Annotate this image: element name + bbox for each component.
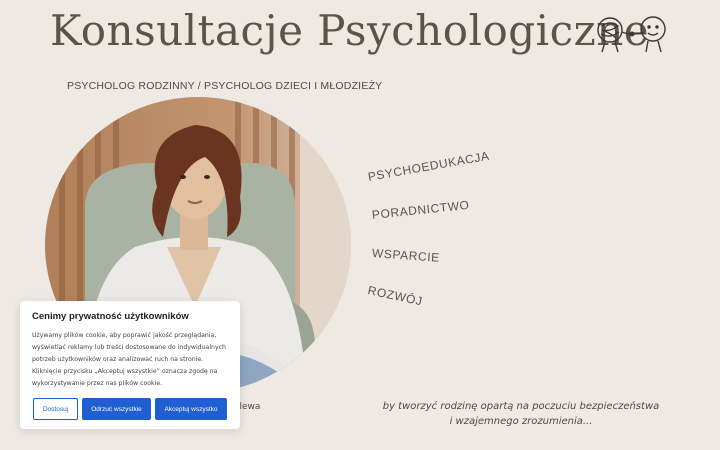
cookie-banner-text: Używamy plików cookie, aby poprawić jako… bbox=[32, 332, 226, 387]
site-title[interactable]: Konsultacje Psychologiczne bbox=[50, 6, 649, 55]
customize-cookies-button[interactable]: Dostosuj bbox=[33, 398, 78, 420]
motto-text: by tworzyć rodzinę opartą na poczuciu be… bbox=[382, 401, 660, 427]
tagline-rozwoj: ROZWÓJ bbox=[366, 283, 424, 309]
page-subtitle: PSYCHOLOG RODZINNY / PSYCHOLOG DZIECI I … bbox=[67, 80, 383, 92]
tagline-wsparcie: WSPARCIE bbox=[371, 246, 441, 265]
cookie-consent-banner: Cenimy prywatność użytkowników Używamy p… bbox=[20, 301, 240, 429]
accept-all-cookies-button[interactable]: Akceptuj wszystko bbox=[155, 398, 227, 420]
tagline-psychoedukacja: PSYCHOEDUKACJA bbox=[366, 148, 491, 184]
reject-all-cookies-button[interactable]: Odrzuć wszystkie bbox=[82, 398, 151, 420]
cookie-button-row: Dostosuj Odrzuć wszystkie Akceptuj wszys… bbox=[33, 398, 227, 420]
tagline-poradnictwo: PORADNICTWO bbox=[371, 197, 471, 222]
two-faces-logo-icon[interactable] bbox=[590, 12, 674, 56]
cookie-banner-title: Cenimy prywatność użytkowników bbox=[32, 311, 189, 322]
